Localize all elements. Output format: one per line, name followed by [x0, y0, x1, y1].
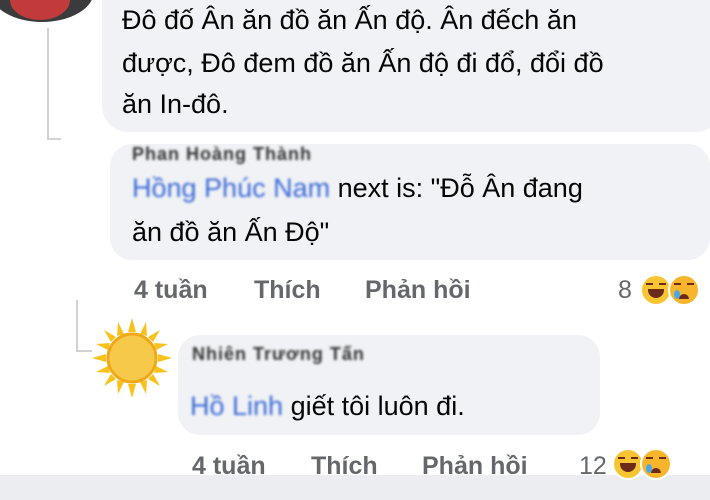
- tagged-user-link[interactable]: Hồ Linh: [190, 391, 283, 421]
- reaction-count[interactable]: 12: [579, 452, 607, 481]
- like-button[interactable]: Thích: [254, 276, 321, 305]
- comment-text-line: Hồng Phúc Nam next is: "Đỗ Ân đang: [132, 170, 583, 207]
- reply-button[interactable]: Phản hồi: [422, 452, 528, 481]
- tagged-user-link[interactable]: Hồng Phúc Nam: [132, 173, 330, 203]
- comment-time[interactable]: 4 tuần: [134, 276, 208, 305]
- comment-text: next is: "Đỗ Ân đang: [330, 173, 583, 203]
- sad-reaction-icon[interactable]: [640, 448, 672, 480]
- thread-line-curve: [47, 138, 61, 140]
- thread-line-3: [76, 350, 92, 352]
- comment-text-line: ăn đồ ăn Ấn Độ": [132, 217, 330, 247]
- comment-text-line: Đô đố Ân ăn đồ ăn Ấn độ. Ân đếch ăn: [122, 5, 577, 35]
- comment-author[interactable]: Nhiên Trương Tấn: [192, 344, 365, 365]
- comment-text-line: ăn In-đô.: [122, 89, 229, 119]
- comment-time[interactable]: 4 tuần: [192, 452, 266, 481]
- reaction-count[interactable]: 8: [618, 276, 632, 305]
- comment-text-line: được, Đô đem đồ ăn Ấn độ đi đổ, đổi đồ: [122, 48, 604, 78]
- comment-text: giết tôi luôn đi.: [283, 391, 465, 421]
- sun-avatar-icon[interactable]: [92, 318, 172, 398]
- thread-line: [47, 28, 49, 138]
- like-button[interactable]: Thích: [311, 452, 378, 481]
- sad-reaction-icon[interactable]: [668, 274, 700, 306]
- comment-text-line: Hồ Linh giết tôi luôn đi.: [190, 388, 465, 425]
- comment-author[interactable]: Phan Hoàng Thành: [132, 144, 312, 165]
- avatar[interactable]: [0, 0, 94, 22]
- thread-line-2: [76, 300, 78, 350]
- reply-button[interactable]: Phản hồi: [365, 276, 471, 305]
